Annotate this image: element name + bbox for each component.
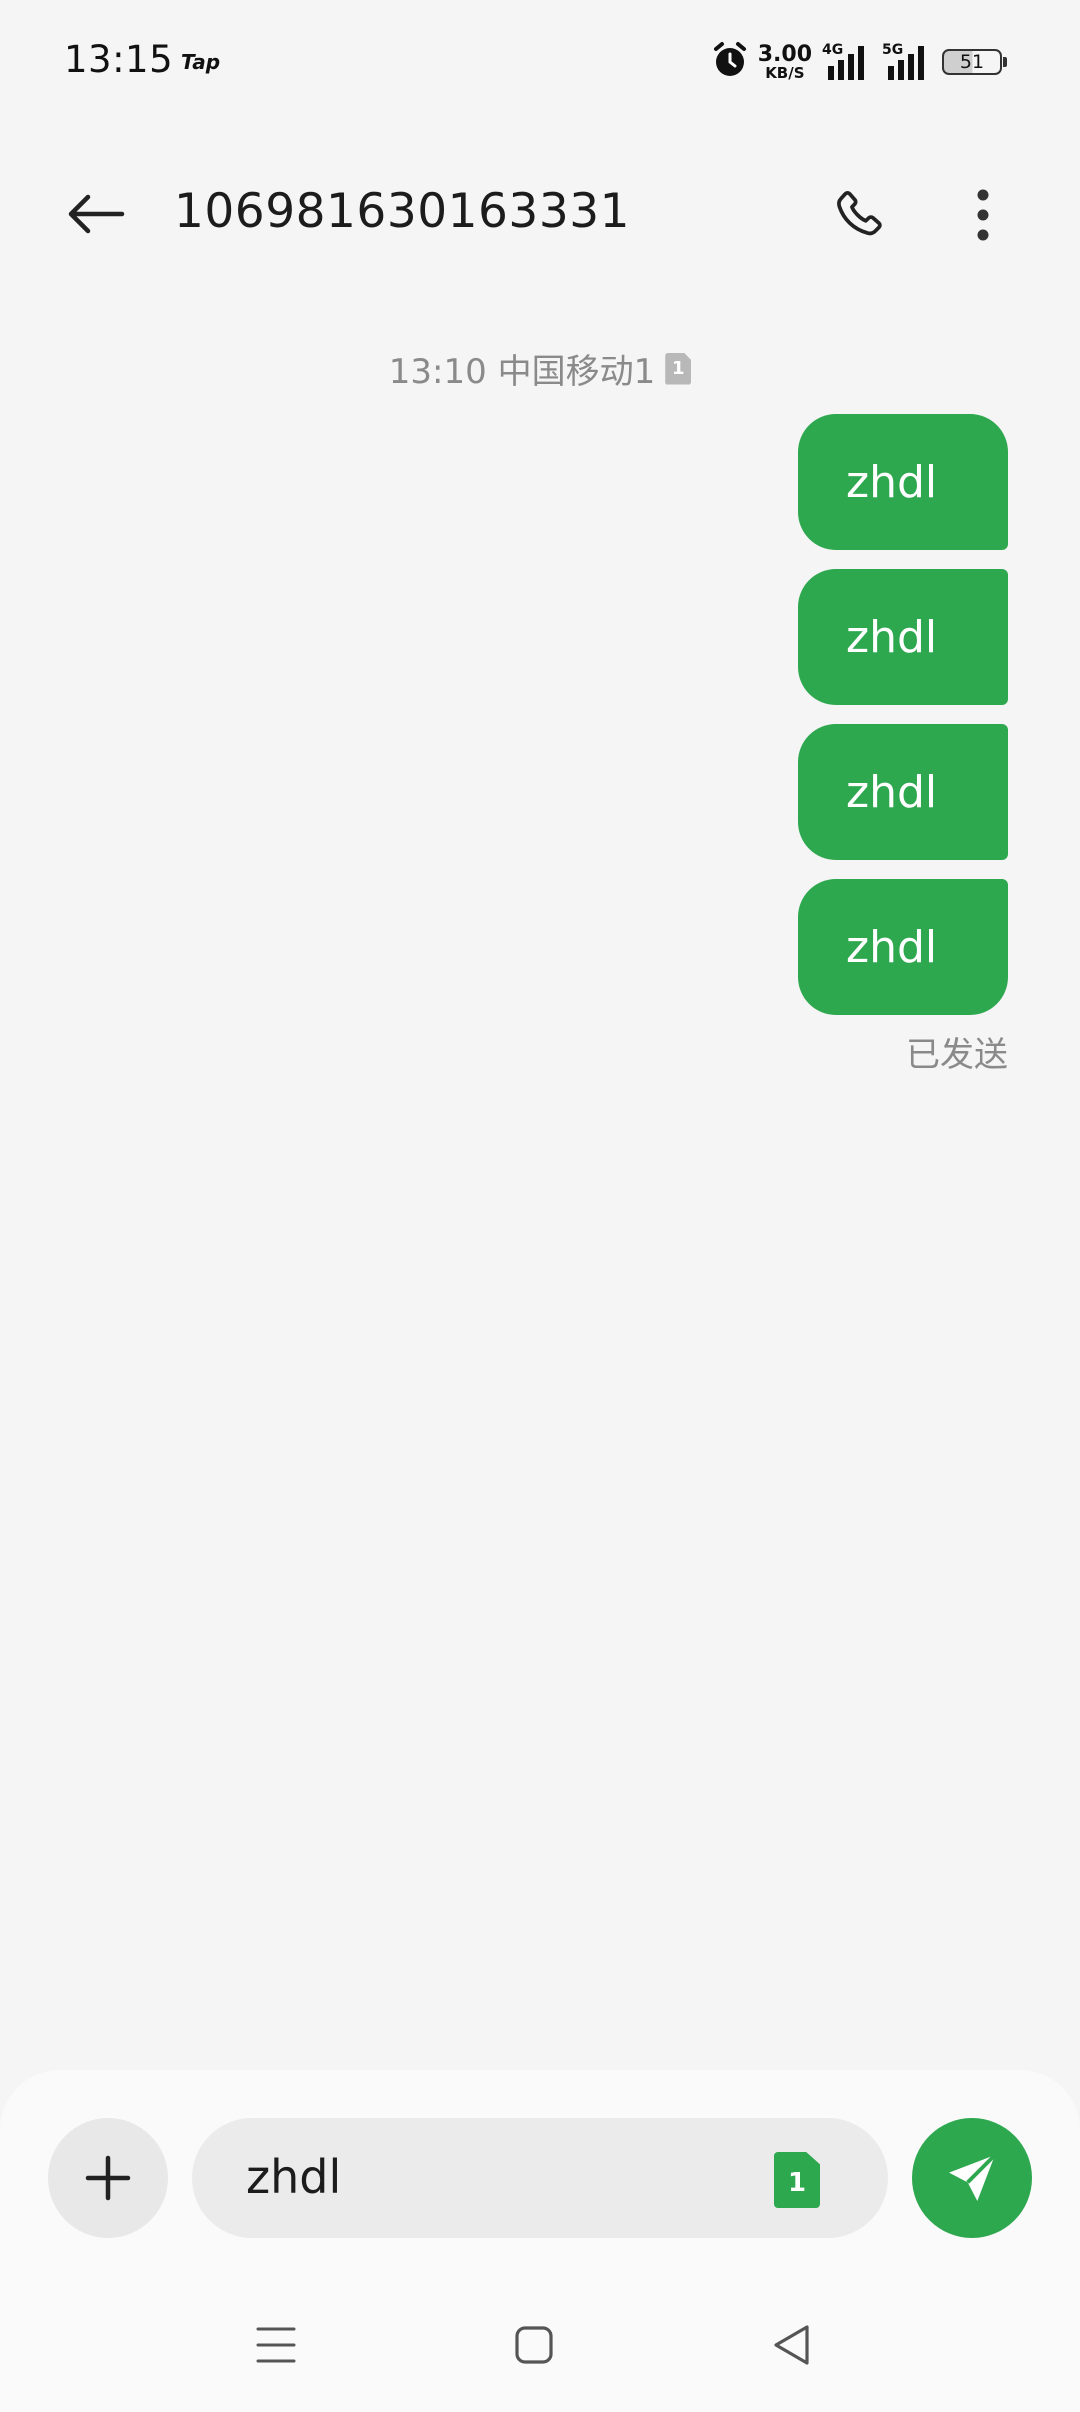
send-button[interactable]: [912, 2118, 1032, 2238]
sent-message-bubble[interactable]: zhdl: [798, 569, 1008, 705]
net-speed: 3.00 KB/S: [757, 41, 812, 82]
message-input-text[interactable]: zhdl: [246, 2150, 341, 2204]
message-list: zhdl zhdl zhdl zhdl 已发送: [108, 414, 1008, 1076]
more-options-button[interactable]: [950, 180, 1016, 250]
sim2-network-label: 5G: [882, 42, 904, 58]
net-speed-unit: KB/S: [765, 63, 805, 82]
back-arrow-icon: [68, 194, 125, 234]
status-icons: 3.00 KB/S 4G 5G 51: [712, 38, 1007, 86]
contact-number: 106981630163331: [174, 184, 631, 239]
status-bar: 13:15 Tap 3.00 KB/S 4G 5G 51: [0, 0, 1080, 124]
sent-message-bubble[interactable]: zhdl: [798, 879, 1008, 1015]
plus-icon: [85, 2155, 131, 2201]
menu-icon: [256, 2327, 296, 2363]
call-button[interactable]: [820, 180, 896, 250]
send-icon: [949, 2153, 997, 2201]
sent-message-bubble[interactable]: zhdl: [798, 724, 1008, 860]
phone-icon: [837, 191, 882, 236]
recents-button[interactable]: [236, 2310, 316, 2380]
sent-status: 已发送: [906, 1035, 1008, 1075]
sim1-network-label: 4G: [822, 42, 844, 58]
net-speed-value: 3.00: [757, 41, 812, 67]
add-attachment-button[interactable]: [48, 2118, 168, 2238]
alarm-icon: [712, 41, 748, 83]
back-button[interactable]: [56, 182, 136, 246]
home-button[interactable]: [494, 2310, 574, 2380]
message-timestamp: 13:10 中国移动1 1: [0, 344, 1080, 393]
message-input[interactable]: zhdl 1: [192, 2118, 888, 2238]
sim-select-icon[interactable]: 1: [774, 2152, 820, 2208]
timestamp-text: 13:10 中国移动1: [388, 352, 656, 392]
conversation-header: 106981630163331: [0, 160, 1080, 264]
messages-screen: 13:15 Tap 3.00 KB/S 4G 5G 51 10698163016…: [0, 0, 1080, 2412]
home-icon: [515, 2326, 553, 2364]
app-indicator: Tap: [181, 50, 221, 74]
more-vertical-icon: [977, 189, 989, 241]
battery-icon: 51: [942, 49, 1007, 75]
sim1-signal: 4G: [822, 42, 872, 82]
status-time: 13:15: [64, 38, 174, 81]
nav-back-button[interactable]: [752, 2310, 832, 2380]
back-triangle-icon: [774, 2325, 809, 2365]
system-nav-bar: [0, 2290, 1080, 2400]
sim-card-icon: 1: [665, 352, 692, 385]
sim2-signal: 5G: [882, 42, 932, 82]
sent-message-bubble[interactable]: zhdl: [798, 414, 1008, 550]
